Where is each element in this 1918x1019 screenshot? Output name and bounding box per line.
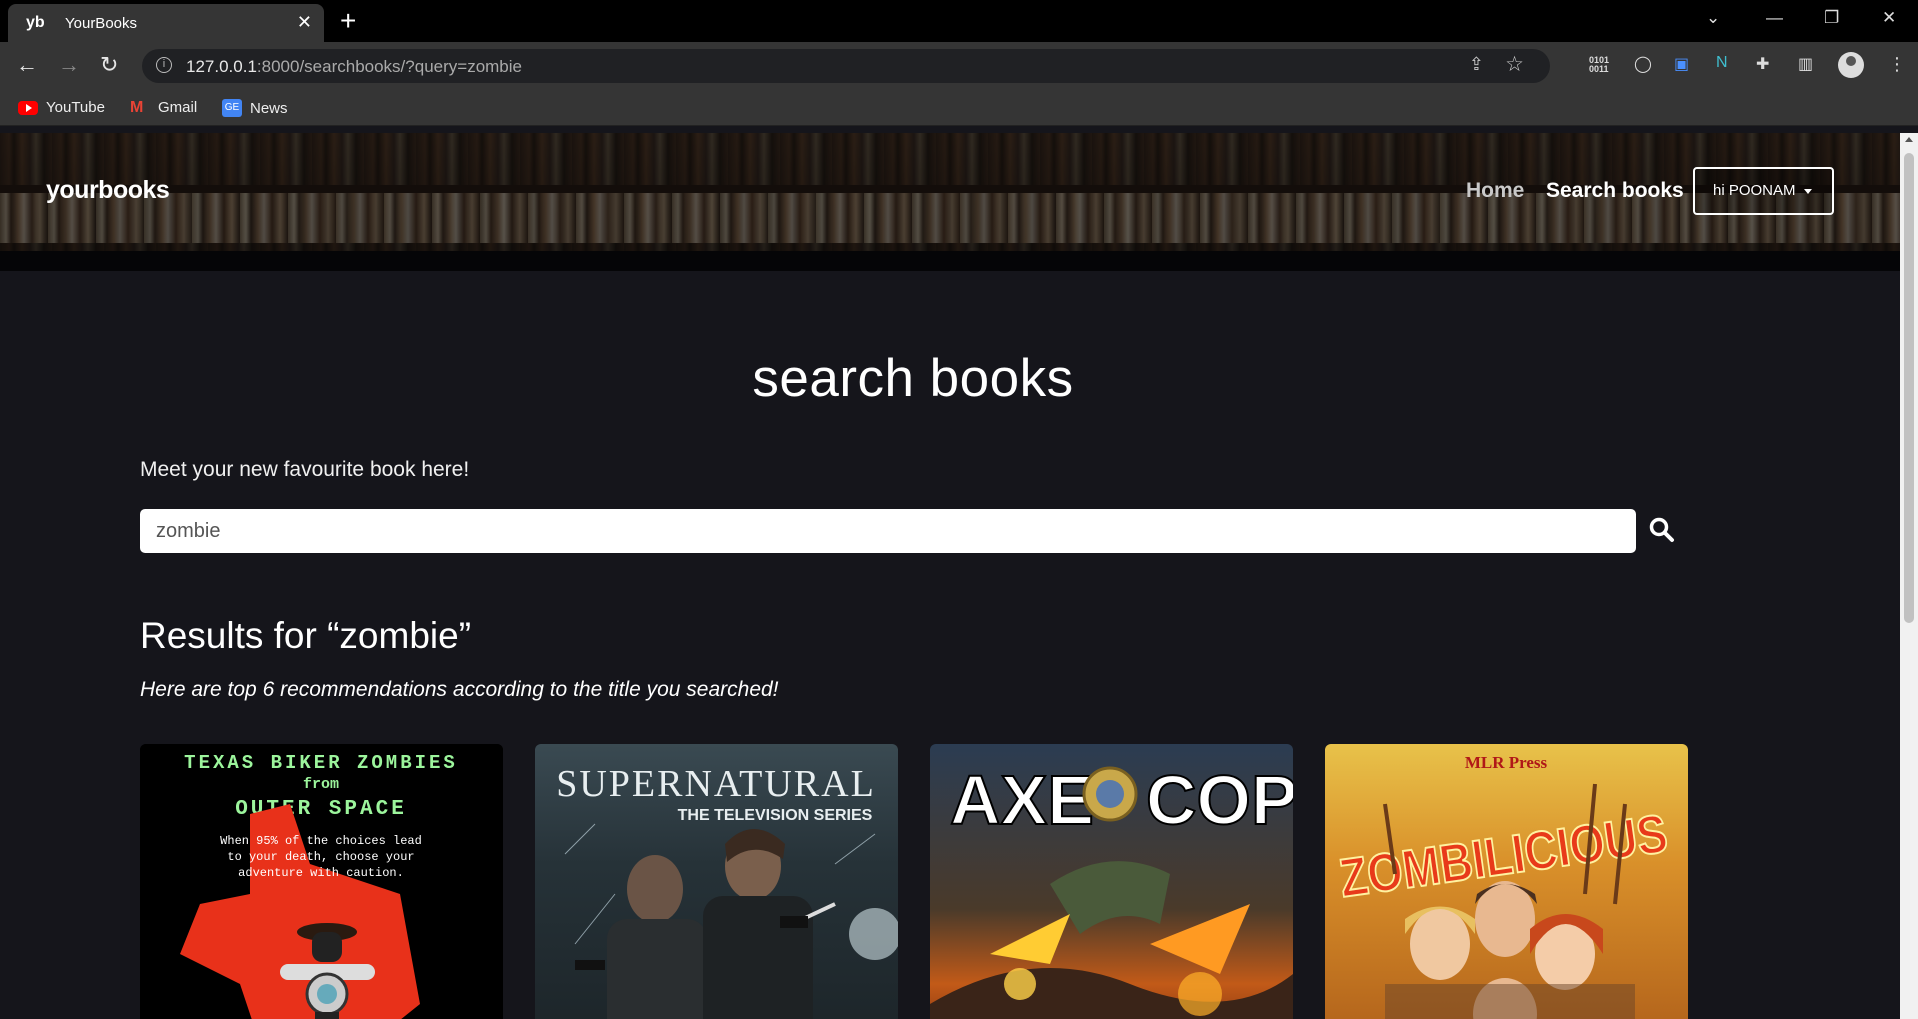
page-title: search books xyxy=(752,349,1074,408)
bookmark-star-icon[interactable]: ☆ xyxy=(1505,52,1524,77)
side-panel-icon[interactable]: ▥ xyxy=(1798,54,1813,74)
cover-title-line-1: AXE xyxy=(950,761,1094,839)
url-text: 127.0.0.1:8000/searchbooks/?query=zombie xyxy=(186,57,522,76)
scroll-up-arrow-icon[interactable] xyxy=(1905,137,1913,142)
reload-icon[interactable]: ↻ xyxy=(100,52,118,78)
site-logo[interactable]: yourbooks xyxy=(46,176,170,205)
page-viewport: yourbooks Home Search books hi POONAM se… xyxy=(0,133,1900,1019)
nav-home-link[interactable]: Home xyxy=(1466,179,1524,203)
nav-search-books-link[interactable]: Search books xyxy=(1546,179,1684,203)
bookmark-gmail[interactable]: M Gmail xyxy=(130,99,197,116)
cover-blurb-line-1: When 95% of the choices lead xyxy=(220,834,422,848)
scrollbar-thumb[interactable] xyxy=(1904,153,1914,623)
screen-extension-icon[interactable]: ▣ xyxy=(1674,54,1689,74)
cover-publisher: MLR Press xyxy=(1465,753,1548,772)
new-tab-icon[interactable]: + xyxy=(340,6,356,36)
binary-extension-icon[interactable]: 0101 0011 xyxy=(1589,56,1609,74)
restore-icon[interactable]: ❐ xyxy=(1824,8,1839,28)
forward-icon[interactable]: → xyxy=(58,52,80,78)
close-window-icon[interactable]: ✕ xyxy=(1882,8,1896,28)
search-icon[interactable] xyxy=(1648,516,1676,544)
bookmark-youtube[interactable]: YouTube xyxy=(18,99,105,116)
book-card[interactable]: AXE COP xyxy=(930,744,1293,1019)
results-title: Results for “zombie” xyxy=(140,615,472,656)
cover-title-line-2: from xyxy=(303,776,339,793)
page-scrollbar[interactable] xyxy=(1900,133,1918,1019)
news-icon: GE xyxy=(222,99,242,117)
cover-title-line-1: SUPERNATURAL xyxy=(556,763,876,805)
results-subtitle: Here are top 6 recommendations according… xyxy=(140,678,779,701)
minimize-icon[interactable]: — xyxy=(1766,8,1783,28)
cover-title-line-2: COP xyxy=(1146,761,1293,839)
n-extension-icon[interactable]: N xyxy=(1716,54,1728,72)
book-cover: SUPERNATURAL THE TELEVISION SERIES xyxy=(556,763,898,1019)
user-menu-dropdown[interactable]: hi POONAM xyxy=(1693,167,1834,215)
profile-avatar-icon[interactable] xyxy=(1838,52,1864,78)
book-card[interactable]: TEXAS BIKER ZOMBIES from OUTER SPACE Whe… xyxy=(140,744,503,1019)
gmail-icon: M xyxy=(130,99,144,116)
tab-search-icon[interactable]: ⌄ xyxy=(1706,8,1720,28)
back-icon[interactable]: ← xyxy=(16,52,38,78)
cover-title-line-1: TEXAS BIKER ZOMBIES xyxy=(184,752,458,774)
tagline: Meet your new favourite book here! xyxy=(140,458,470,481)
browser-tab[interactable]: yb YourBooks ✕ xyxy=(8,4,324,42)
cover-blurb-line-3: adventure with caution. xyxy=(238,866,404,880)
address-bar[interactable]: i 127.0.0.1:8000/searchbooks/?query=zomb… xyxy=(142,49,1550,83)
book-cover: AXE COP xyxy=(930,760,1293,1019)
close-tab-icon[interactable]: ✕ xyxy=(297,12,312,33)
circle-extension-icon[interactable]: ◯ xyxy=(1634,54,1652,74)
youtube-icon xyxy=(18,100,38,115)
browser-toolbar: ← → ↻ i 127.0.0.1:8000/searchbooks/?quer… xyxy=(0,42,1918,90)
book-card[interactable]: SUPERNATURAL THE TELEVISION SERIES xyxy=(535,744,898,1019)
header-banner: yourbooks Home Search books hi POONAM xyxy=(0,133,1900,251)
tab-title: YourBooks xyxy=(65,15,137,32)
share-icon[interactable]: ⇪ xyxy=(1469,54,1484,75)
menu-dots-icon[interactable]: ⋮ xyxy=(1888,54,1906,75)
book-cover: TEXAS BIKER ZOMBIES from OUTER SPACE Whe… xyxy=(140,744,503,1019)
site-favicon: yb xyxy=(26,14,45,31)
browser-tab-bar: yb YourBooks ✕ + ⌄ — ❐ ✕ xyxy=(0,0,1918,42)
search-input[interactable] xyxy=(140,509,1636,553)
book-card[interactable]: MLR Press ZOMBILICIOUS xyxy=(1325,744,1688,1019)
bookmarks-bar: YouTube M Gmail GE News xyxy=(0,90,1918,126)
cover-title-line-2: THE TELEVISION SERIES xyxy=(678,807,873,824)
site-info-icon[interactable]: i xyxy=(156,57,172,73)
extensions-puzzle-icon[interactable]: ✚ xyxy=(1756,54,1769,74)
cover-blurb-line-2: to your death, choose your xyxy=(227,850,414,864)
bookmark-news[interactable]: GE News xyxy=(222,99,288,117)
caret-down-icon xyxy=(1804,189,1812,194)
book-cover: MLR Press ZOMBILICIOUS xyxy=(1335,753,1672,1019)
